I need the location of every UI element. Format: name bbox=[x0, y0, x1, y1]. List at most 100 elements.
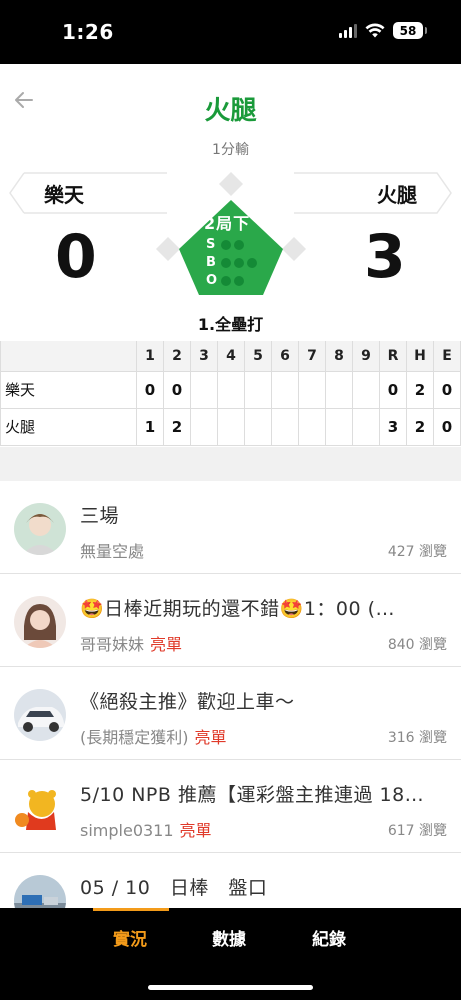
score-cell bbox=[244, 370, 272, 409]
post-author: 無量空處 bbox=[80, 538, 144, 562]
score-cell bbox=[352, 407, 380, 446]
post-item[interactable]: 《絕殺主推》歡迎上車～ (長期穩定獲利) 亮單 316 瀏覽 bbox=[0, 667, 461, 760]
strike-dot bbox=[221, 239, 231, 250]
away-score: 0 bbox=[55, 222, 97, 292]
score-cell bbox=[325, 370, 353, 409]
ball-count: B bbox=[206, 255, 257, 270]
runs-cell: 0 bbox=[379, 370, 407, 409]
out-label: O bbox=[206, 273, 218, 288]
post-title: 🤩日棒近期玩的還不錯🤩1：00 (… bbox=[80, 598, 396, 620]
avatar bbox=[14, 503, 66, 555]
post-title: 5/10 NPB 推薦【運彩盤主推連過 18… bbox=[80, 784, 425, 806]
strike-label: S bbox=[206, 237, 216, 252]
linescore-table: 1 2 3 4 5 6 7 8 9 R H E 樂天 0 0 0 2 0 火腿 … bbox=[0, 341, 461, 446]
post-tag-badge: 亮單 bbox=[179, 821, 212, 840]
header-cell: H bbox=[406, 341, 434, 372]
post-title: 三場 bbox=[80, 505, 120, 527]
header-cell: 9 bbox=[352, 341, 380, 372]
post-item[interactable]: 三場 無量空處 427 瀏覽 bbox=[0, 481, 461, 574]
avatar bbox=[14, 875, 66, 908]
header-cell: 2 bbox=[163, 341, 191, 372]
home-indicator bbox=[148, 985, 313, 990]
header-cell: 5 bbox=[244, 341, 272, 372]
score-cell: 0 bbox=[163, 370, 191, 409]
post-views: 840 瀏覽 bbox=[387, 637, 447, 653]
header-cell: 1 bbox=[136, 341, 164, 372]
header-cell: E bbox=[433, 341, 461, 372]
score-cell bbox=[217, 407, 245, 446]
home-score: 3 bbox=[364, 222, 406, 292]
score-cell bbox=[217, 370, 245, 409]
author-name: 無量空處 bbox=[80, 542, 145, 561]
post-author: (長期穩定獲利) 亮單 bbox=[80, 724, 227, 748]
post-author: simple0311 亮單 bbox=[80, 817, 212, 841]
active-tab-indicator bbox=[93, 908, 169, 911]
status-icons: 58 bbox=[339, 22, 427, 39]
score-cell bbox=[352, 370, 380, 409]
header-cell: 7 bbox=[298, 341, 326, 372]
post-item[interactable]: 05 / 10 日棒 盤口 bbox=[0, 853, 461, 908]
errors-cell: 0 bbox=[433, 407, 461, 446]
out-count: O bbox=[206, 273, 244, 288]
strike-dot bbox=[234, 239, 244, 250]
header-cell: 4 bbox=[217, 341, 245, 372]
out-dot bbox=[234, 275, 244, 286]
tab-live[interactable]: 實況 bbox=[113, 925, 147, 950]
header-cell: 3 bbox=[190, 341, 218, 372]
score-cell bbox=[190, 370, 218, 409]
status-bar: 1:26 58 bbox=[0, 0, 461, 64]
play-description: 1.全壘打 bbox=[197, 315, 264, 334]
tab-records[interactable]: 紀錄 bbox=[312, 925, 346, 950]
hits-cell: 2 bbox=[406, 407, 434, 446]
author-name: (長期穩定獲利) bbox=[80, 728, 189, 747]
game-result: 1分輸 bbox=[212, 142, 249, 158]
score-cell bbox=[325, 407, 353, 446]
post-item[interactable]: 🤩日棒近期玩的還不錯🤩1：00 (… 哥哥妹妹 亮單 840 瀏覽 bbox=[0, 574, 461, 667]
post-views: 617 瀏覽 bbox=[387, 823, 447, 839]
avatar bbox=[14, 596, 66, 648]
score-cell bbox=[298, 407, 326, 446]
post-tag-badge: 亮單 bbox=[194, 728, 227, 747]
status-time: 1:26 bbox=[62, 20, 114, 44]
author-name: 哥哥妹妹 bbox=[80, 635, 145, 654]
page-title: 火腿 bbox=[204, 96, 257, 126]
post-title: 《絕殺主推》歡迎上車～ bbox=[80, 691, 295, 713]
post-views: 427 瀏覽 bbox=[387, 544, 447, 560]
score-cell bbox=[271, 370, 299, 409]
post-item[interactable]: 5/10 NPB 推薦【運彩盤主推連過 18… simple0311 亮單 617… bbox=[0, 760, 461, 853]
section-divider bbox=[0, 447, 461, 481]
score-cell: 0 bbox=[136, 370, 164, 409]
ball-label: B bbox=[206, 255, 216, 270]
linescore-row-away: 樂天 0 0 0 2 0 bbox=[0, 370, 461, 409]
bottom-tab-bar: 實況 數據 紀錄 bbox=[0, 908, 461, 1000]
header-cell: 6 bbox=[271, 341, 299, 372]
strike-count: S bbox=[206, 237, 244, 252]
header-cell bbox=[0, 341, 137, 372]
score-cell: 1 bbox=[136, 407, 164, 446]
out-dot bbox=[221, 275, 231, 286]
ball-dot bbox=[221, 257, 231, 268]
inning-indicator: 2局下 bbox=[204, 214, 251, 233]
author-name: simple0311 bbox=[80, 821, 174, 840]
linescore-row-home: 火腿 1 2 3 2 0 bbox=[0, 407, 461, 446]
post-tag-badge: 亮單 bbox=[150, 635, 183, 654]
post-title: 05 / 10 日棒 盤口 bbox=[80, 877, 268, 899]
avatar bbox=[14, 689, 66, 741]
avatar bbox=[14, 782, 66, 834]
score-cell: 2 bbox=[163, 407, 191, 446]
score-cell bbox=[244, 407, 272, 446]
post-views: 316 瀏覽 bbox=[387, 730, 447, 746]
cellular-signal-icon bbox=[339, 23, 357, 38]
wifi-icon bbox=[365, 22, 385, 37]
team-cell: 樂天 bbox=[0, 370, 137, 409]
battery-icon: 58 bbox=[393, 22, 427, 39]
ball-dot bbox=[234, 257, 244, 268]
header-cell: 8 bbox=[325, 341, 353, 372]
header-cell: R bbox=[379, 341, 407, 372]
tab-stats[interactable]: 數據 bbox=[212, 925, 246, 950]
score-cell bbox=[271, 407, 299, 446]
game-detail-page: 火腿 1分輸 樂天 火腿 0 3 2局下 S B O 1.全壘打 1 2 3 4… bbox=[0, 64, 461, 908]
team-cell: 火腿 bbox=[0, 407, 137, 446]
home-team-name: 火腿 bbox=[377, 182, 417, 207]
score-cell bbox=[298, 370, 326, 409]
